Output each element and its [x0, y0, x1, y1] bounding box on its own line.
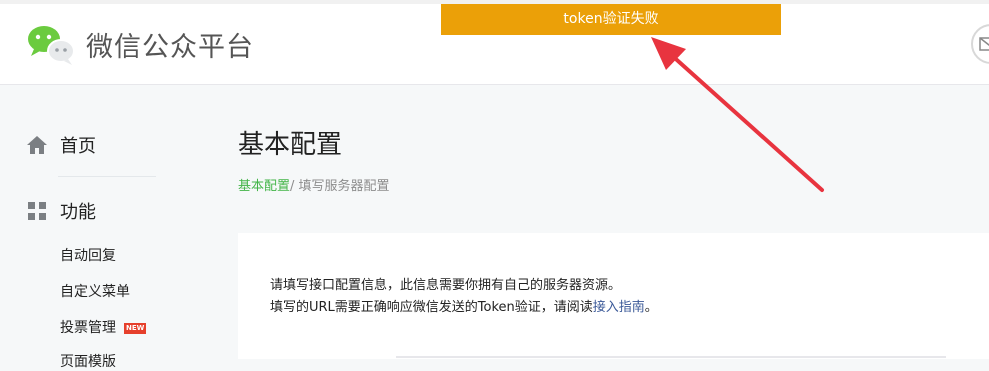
annotation-arrow-icon	[651, 37, 824, 192]
